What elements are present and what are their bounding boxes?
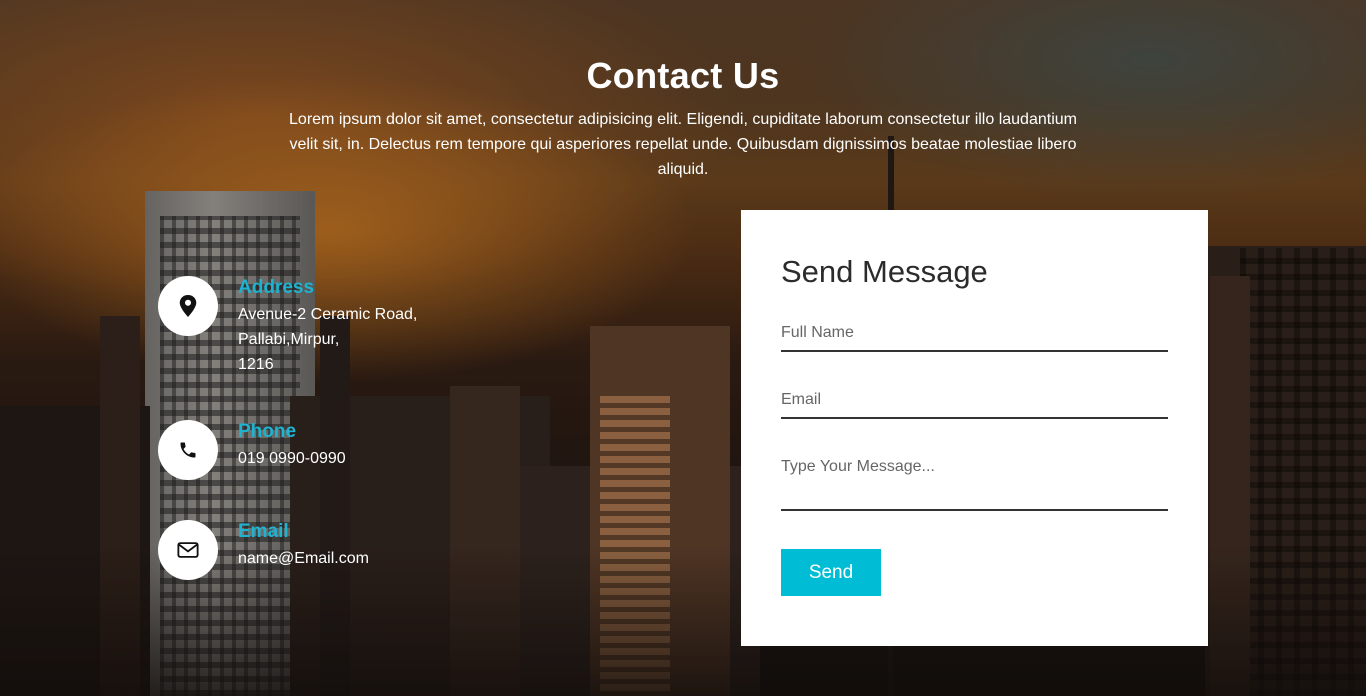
form-title: Send Message [781,254,988,289]
address-line-2: Pallabi,Mirpur, [238,331,340,348]
address-label: Address [238,277,315,298]
email-value: name@Email.com [238,550,369,567]
map-pin-icon [158,276,218,336]
full-name-field[interactable] [781,324,1168,352]
envelope-icon [158,520,218,580]
message-field[interactable] [781,458,1168,511]
email-field[interactable] [781,391,1168,419]
phone-value: 019 0990-0990 [238,450,346,467]
page-title: Contact Us [586,55,780,96]
send-button[interactable]: Send [781,549,881,596]
address-line-3: 1216 [238,356,274,373]
intro-paragraph: Lorem ipsum dolor sit amet, consectetur … [289,111,1077,178]
email-label: Email [238,521,289,542]
phone-icon [158,420,218,480]
phone-label: Phone [238,421,297,442]
address-line-1: Avenue-2 Ceramic Road, [238,306,418,323]
send-message-form: Send Message Send [741,210,1208,646]
